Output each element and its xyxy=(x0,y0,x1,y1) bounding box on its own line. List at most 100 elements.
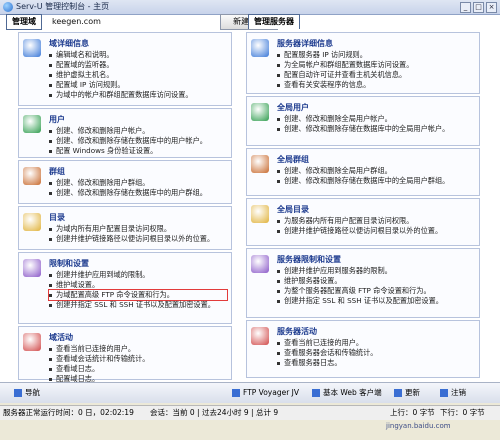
close-button[interactable]: × xyxy=(486,2,497,13)
section-item[interactable]: 创建、修改和删除存储在数据库中的全局用户帐户。 xyxy=(277,124,475,134)
title-bar: Serv-U 管理控制台 - 主页 _ □ × xyxy=(0,0,500,15)
section-item[interactable]: 配置 Windows 身份验证设置。 xyxy=(49,146,227,156)
window-controls: _ □ × xyxy=(458,2,497,13)
update-link[interactable]: 更新 xyxy=(394,387,420,399)
web-client-link[interactable]: 基本 Web 客户端 xyxy=(312,387,382,399)
section-title[interactable]: 域详细信息 xyxy=(49,38,89,49)
section-title[interactable]: 服务器限制和设置 xyxy=(277,254,341,265)
groups-icon xyxy=(23,167,41,185)
section-item[interactable]: 维护域设置。 xyxy=(49,280,227,290)
section-items: 为服务器内所有用户配置目录访问权限。 创建并维护链接路径以便访问根目录以外的位置。 xyxy=(277,216,475,236)
section-item[interactable]: 编辑域名和说明。 xyxy=(49,50,227,60)
section-item[interactable]: 配置域 IP 访问规则。 xyxy=(49,80,227,90)
section-item[interactable]: 为域配置高级 FTP 命令设置和行为。 xyxy=(48,289,228,301)
section-item[interactable]: 为域内所有用户配置目录访问权限。 xyxy=(49,224,227,234)
section-item[interactable]: 查看有关安装程序的信息。 xyxy=(277,80,475,90)
global-users-icon xyxy=(251,103,269,121)
session-status: 会话：当前 0 | 过去24小时 9 | 总计 9 xyxy=(150,408,279,417)
section-item[interactable]: 创建、修改和删除用户帐户。 xyxy=(49,126,227,136)
ftp-voyager-icon xyxy=(232,389,240,397)
section-item[interactable]: 查看服务器日志。 xyxy=(277,358,475,368)
section-item[interactable]: 创建并指定 SSL 和 SSH 证书以及配置加密设置。 xyxy=(277,296,475,306)
section-title[interactable]: 群组 xyxy=(49,166,65,177)
section-panel: 目录 为域内所有用户配置目录访问权限。 创建并维护链接路径以便访问根目录以外的位置。 xyxy=(18,206,232,250)
section-panel: 服务器限制和设置 创建并维护应用到服务器的限制。 维护服务器设置。 为整个服务器配置高… xyxy=(246,248,480,318)
section-item[interactable]: 创建、修改和删除存储在数据库中的用户帐户。 xyxy=(49,136,227,146)
section-items: 创建、修改和删除用户群组。 创建、修改和删除存储在数据库中的用户群组。 xyxy=(49,178,227,198)
section-item[interactable]: 创建并维护链接路径以便访问根目录以外的位置。 xyxy=(49,234,227,244)
section-panel: 用户 创建、修改和删除用户帐户。 创建、修改和删除存储在数据库中的用户帐户。 配置 W… xyxy=(18,108,232,158)
directory-icon xyxy=(23,213,41,231)
section-title[interactable]: 用户 xyxy=(49,114,65,125)
section-item[interactable]: 维护虚拟主机名。 xyxy=(49,70,227,80)
uptime-status: 服务器正常运行时间：0 日，02:02:19 xyxy=(3,408,134,417)
section-item[interactable]: 为服务器内所有用户配置目录访问权限。 xyxy=(277,216,475,226)
section-items: 创建并维护应用到服务器的限制。 维护服务器设置。 为整个服务器配置高级 FTP 命令… xyxy=(277,266,475,306)
status-bar: 服务器正常运行时间：0 日，02:02:19 会话：当前 0 | 过去24小时 … xyxy=(0,405,500,420)
limits-settings-icon xyxy=(23,259,41,277)
section-items: 创建、修改和删除全局用户群组。 创建、修改和删除存储在数据库中的全局用户群组。 xyxy=(277,166,475,186)
nav-link[interactable]: 导航 xyxy=(14,387,40,399)
update-icon xyxy=(394,389,402,397)
users-icon xyxy=(23,115,41,133)
section-item[interactable]: 创建、修改和删除全局用户群组。 xyxy=(277,166,475,176)
section-title[interactable]: 全局目录 xyxy=(277,204,309,215)
tab-manage-domain[interactable]: 管理域 xyxy=(6,14,42,30)
logout-link[interactable]: 注销 xyxy=(440,387,466,399)
section-item[interactable]: 查看域会话统计和传输统计。 xyxy=(49,354,227,364)
section-item[interactable]: 配置域的监听器。 xyxy=(49,60,227,70)
section-item[interactable]: 创建并指定 SSL 和 SSH 证书以及配置加密设置。 xyxy=(49,300,227,310)
maximize-button[interactable]: □ xyxy=(473,2,484,13)
section-items: 配置服务器 IP 访问规则。 为全局帐户和群组配置数据库访问设置。 配置自动许可证并… xyxy=(277,50,475,90)
server-details-icon xyxy=(251,39,269,57)
upload-status: 上行：0 字节 xyxy=(390,408,435,417)
section-panel: 限制和设置 创建并维护应用到域的限制。 维护域设置。 为域配置高级 FTP 命令设置和… xyxy=(18,252,232,324)
section-panel: 群组 创建、修改和删除用户群组。 创建、修改和删除存储在数据库中的用户群组。 xyxy=(18,160,232,204)
section-item[interactable]: 创建并维护链接路径以便访问根目录以外的位置。 xyxy=(277,226,475,236)
section-title[interactable]: 域活动 xyxy=(49,332,73,343)
section-item[interactable]: 创建并维护应用到域的限制。 xyxy=(49,270,227,280)
section-panel: 全局群组 创建、修改和删除全局用户群组。 创建、修改和删除存储在数据库中的全局用户群… xyxy=(246,148,480,196)
section-item[interactable]: 配置自动许可证并查看主机关机信息。 xyxy=(277,70,475,80)
section-item[interactable]: 为整个服务器配置高级 FTP 命令设置和行为。 xyxy=(277,286,475,296)
section-panel: 域详细信息 编辑域名和说明。 配置域的监听器。 维护虚拟主机名。 配置域 IP 访问规则… xyxy=(18,32,232,106)
section-item[interactable]: 查看当前已连接的用户。 xyxy=(49,344,227,354)
app-icon xyxy=(3,2,13,12)
navigation-icon xyxy=(14,389,22,397)
section-item[interactable]: 创建、修改和删除全局用户帐户。 xyxy=(277,114,475,124)
section-item[interactable]: 创建、修改和删除用户群组。 xyxy=(49,178,227,188)
home-content: 域详细信息 编辑域名和说明。 配置域的监听器。 维护虚拟主机名。 配置域 IP 访问规则… xyxy=(0,30,500,383)
serv-u-window: Serv-U 管理控制台 - 主页 _□× 管理域 keegen.com 新建域… xyxy=(0,0,500,440)
section-item[interactable]: 查看服务器会话和传输统计。 xyxy=(277,348,475,358)
section-item[interactable]: 配置服务器 IP 访问规则。 xyxy=(277,50,475,60)
global-groups-icon xyxy=(251,155,269,173)
domain-selector[interactable]: keegen.com xyxy=(52,15,101,29)
section-title[interactable]: 目录 xyxy=(49,212,65,223)
section-item[interactable]: 为域中的帐户和群组配置数据库访问设置。 xyxy=(49,90,227,100)
section-panel: 域活动 查看当前已连接的用户。 查看域会话统计和传输统计。 查看域日志。 配置域日志。 xyxy=(18,326,232,383)
section-title[interactable]: 限制和设置 xyxy=(49,258,89,269)
ftp-voyager-link[interactable]: FTP Voyager JV xyxy=(232,387,299,399)
section-panel: 服务器活动 查看当前已连接的用户。 查看服务器会话和传输统计。 查看服务器日志。 xyxy=(246,320,480,378)
domain-details-icon xyxy=(23,39,41,57)
section-title[interactable]: 服务器活动 xyxy=(277,326,317,337)
section-item[interactable]: 查看当前已连接的用户。 xyxy=(277,338,475,348)
logout-icon xyxy=(440,389,448,397)
section-item[interactable]: 创建、修改和删除存储在数据库中的用户群组。 xyxy=(49,188,227,198)
section-item[interactable]: 查看域日志。 xyxy=(49,364,227,374)
minimize-button[interactable]: _ xyxy=(460,2,471,13)
section-item[interactable]: 维护服务器设置。 xyxy=(277,276,475,286)
section-panel: 全局用户 创建、修改和删除全局用户帐户。 创建、修改和删除存储在数据库中的全局用户帐… xyxy=(246,96,480,146)
tab-manage-server[interactable]: 管理服务器 xyxy=(248,14,300,29)
section-items: 查看当前已连接的用户。 查看服务器会话和传输统计。 查看服务器日志。 xyxy=(277,338,475,368)
section-panel: 服务器详细信息 配置服务器 IP 访问规则。 为全局帐户和群组配置数据库访问设置。配… xyxy=(246,32,480,94)
section-items: 创建并维护应用到域的限制。 维护域设置。 为域配置高级 FTP 命令设置和行为。 创建… xyxy=(48,270,228,310)
section-item[interactable]: 创建、修改和删除存储在数据库中的全局用户群组。 xyxy=(277,176,475,186)
web-client-icon xyxy=(312,389,320,397)
quick-links-bar: 导航 FTP Voyager JV 基本 Web 客户端 更新 注销 xyxy=(0,382,500,403)
section-title[interactable]: 全局用户 xyxy=(277,102,309,113)
section-item[interactable]: 为全局帐户和群组配置数据库访问设置。 xyxy=(277,60,475,70)
section-title[interactable]: 服务器详细信息 xyxy=(277,38,333,49)
section-title[interactable]: 全局群组 xyxy=(277,154,309,165)
section-item[interactable]: 创建并维护应用到服务器的限制。 xyxy=(277,266,475,276)
